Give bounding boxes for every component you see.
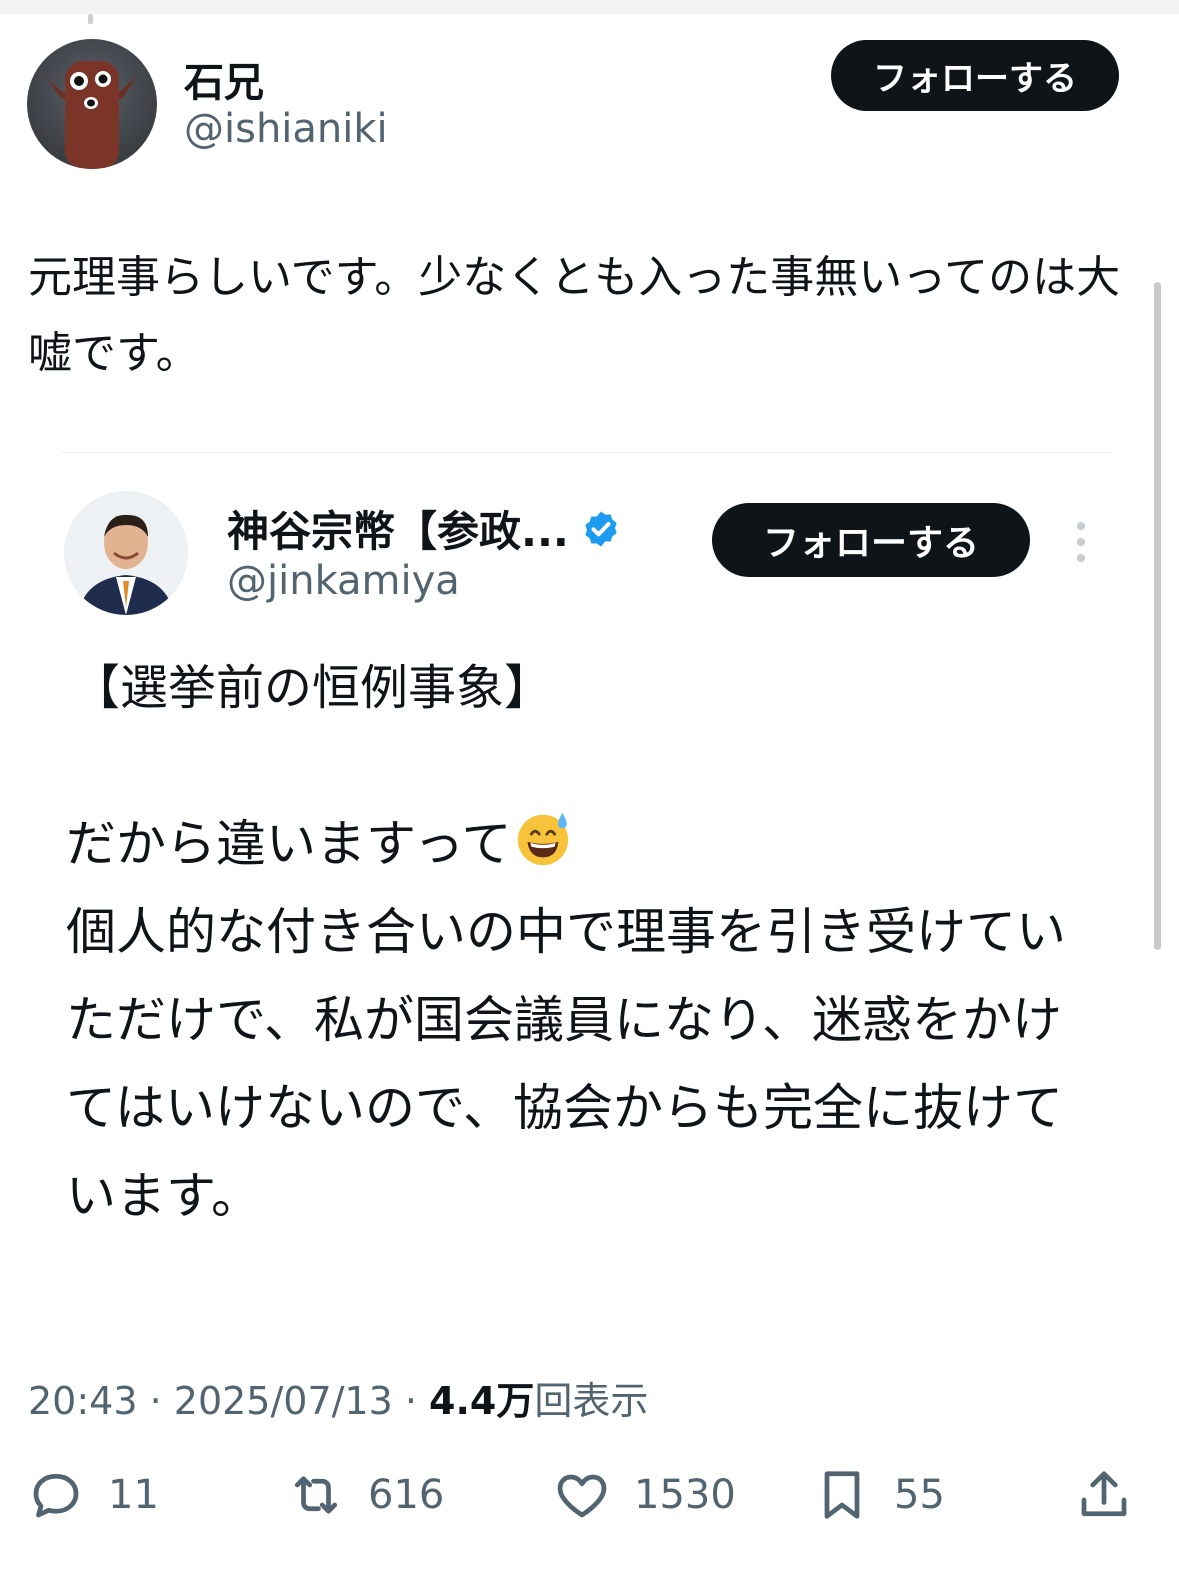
view-label: 回表示 xyxy=(534,1379,649,1423)
status-marker xyxy=(88,14,93,24)
quoted-body-line1: だから違いますって xyxy=(66,815,512,873)
quoted-author-handle[interactable]: @jinkamiya xyxy=(227,558,460,604)
quoted-author-avatar[interactable] xyxy=(64,491,188,615)
author-handle[interactable]: @ishianiki xyxy=(184,106,388,152)
tweet-text: 元理事らしいです。少なくとも入った事無いってのは大嘘です。 xyxy=(28,252,1121,379)
quoted-body-rest: 個人的な付き合いの中で理事を引き受けていただけで、私が国会議員になり、迷惑をかけ… xyxy=(66,903,1066,1225)
reply-count: 11 xyxy=(108,1472,159,1518)
top-edge xyxy=(0,0,1179,14)
like-button[interactable]: 1530 xyxy=(552,1460,736,1530)
bookmark-button[interactable]: 55 xyxy=(812,1460,945,1530)
quoted-body: だから違いますって 個人的な付き合いの中で理事を引き受けていただけで、私が国会議… xyxy=(66,800,1106,1240)
more-options-icon[interactable] xyxy=(1071,520,1091,564)
sweat-smile-emoji xyxy=(517,812,568,866)
tweet-meta: 20:43 · 2025/07/13 · 4.4万回表示 xyxy=(28,1379,649,1423)
scrollbar[interactable] xyxy=(1154,282,1161,950)
quoted-author-name-row[interactable]: 神谷宗幣【参政... xyxy=(227,498,621,559)
view-count: 4.4万 xyxy=(429,1379,535,1423)
bookmark-icon xyxy=(824,1471,860,1519)
repost-button[interactable]: 616 xyxy=(286,1460,444,1530)
share-icon xyxy=(1081,1471,1127,1517)
author-avatar[interactable] xyxy=(27,39,157,169)
verified-badge-icon xyxy=(585,511,617,546)
tweet-date: 2025/07/13 xyxy=(173,1379,393,1423)
person-avatar-image xyxy=(64,491,188,615)
divider xyxy=(62,452,1110,453)
like-count: 1530 xyxy=(634,1472,736,1518)
repost-count: 616 xyxy=(368,1472,445,1518)
quoted-follow-button[interactable]: フォローする xyxy=(712,503,1030,577)
repost-icon xyxy=(294,1476,338,1514)
reply-button[interactable]: 11 xyxy=(26,1460,159,1530)
quoted-title: 【選挙前の恒例事象】 xyxy=(72,660,553,716)
follow-button[interactable]: フォローする xyxy=(831,40,1119,111)
tweet-time: 20:43 xyxy=(28,1379,138,1423)
quoted-author-name[interactable]: 神谷宗幣【参政... xyxy=(227,498,569,559)
share-button[interactable] xyxy=(1074,1460,1134,1530)
author-name[interactable]: 石兄 xyxy=(184,50,264,108)
mascot-avatar-image xyxy=(47,61,137,169)
bookmark-count: 55 xyxy=(894,1472,945,1518)
like-icon xyxy=(557,1474,607,1518)
reply-icon xyxy=(33,1473,79,1518)
